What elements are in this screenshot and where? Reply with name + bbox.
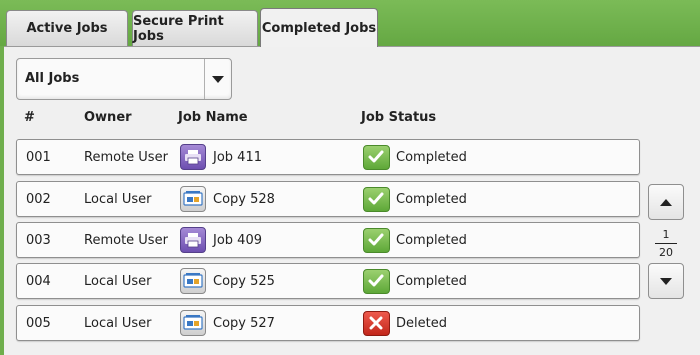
print-job-icon	[180, 144, 206, 170]
column-header-job-status: Job Status	[361, 110, 437, 125]
chevron-up-icon	[660, 198, 672, 206]
job-number: 004	[26, 273, 51, 289]
table-row[interactable]: 002 Local User Copy 528 Completed	[16, 181, 640, 217]
check-icon	[362, 144, 390, 170]
job-filter-dropdown[interactable]: All Jobs	[16, 58, 232, 100]
tab-bar: Active Jobs Secure Print Jobs Completed …	[0, 0, 700, 47]
check-icon	[362, 186, 390, 212]
scroll-down-button[interactable]	[648, 263, 684, 299]
job-owner: Local User	[84, 191, 152, 207]
tab-completed-jobs[interactable]: Completed Jobs	[260, 8, 378, 47]
copy-job-icon	[180, 186, 206, 212]
job-owner: Remote User	[84, 232, 168, 248]
table-row[interactable]: 003 Remote User Job 409 Completed	[16, 222, 640, 258]
chevron-down-icon	[660, 277, 672, 285]
page-divider	[655, 243, 677, 244]
delete-icon	[362, 310, 390, 336]
table-row[interactable]: 004 Local User Copy 525 Completed	[16, 263, 640, 299]
print-job-icon	[180, 227, 206, 253]
column-header-number: #	[24, 110, 35, 125]
column-header-owner: Owner	[84, 110, 132, 125]
job-owner: Remote User	[84, 149, 168, 165]
job-name: Copy 527	[213, 315, 275, 331]
tab-active-jobs[interactable]: Active Jobs	[6, 10, 128, 46]
chevron-down-icon	[212, 75, 224, 83]
job-number: 001	[26, 149, 51, 165]
job-name: Copy 528	[213, 191, 275, 207]
job-number: 005	[26, 315, 51, 331]
table-row[interactable]: 005 Local User Copy 527 Deleted	[16, 305, 640, 341]
table-row[interactable]: 001 Remote User Job 411 Completed	[16, 139, 640, 175]
job-owner: Local User	[84, 315, 152, 331]
job-status: Deleted	[396, 315, 447, 331]
job-owner: Local User	[84, 273, 152, 289]
page-indicator: 1 20	[648, 228, 684, 260]
job-status: Completed	[396, 149, 467, 165]
job-number: 002	[26, 191, 51, 207]
job-filter-value: All Jobs	[25, 71, 80, 86]
job-name: Copy 525	[213, 273, 275, 289]
check-icon	[362, 227, 390, 253]
total-pages: 20	[659, 246, 673, 259]
copy-job-icon	[180, 268, 206, 294]
scroll-up-button[interactable]	[648, 184, 684, 220]
tab-secure-print-jobs[interactable]: Secure Print Jobs	[132, 10, 258, 46]
copy-job-icon	[180, 310, 206, 336]
dropdown-arrow-button[interactable]	[204, 59, 231, 99]
job-name: Job 409	[213, 232, 262, 248]
current-page: 1	[662, 228, 670, 241]
job-status: Completed	[396, 232, 467, 248]
job-status: Completed	[396, 191, 467, 207]
job-number: 003	[26, 232, 51, 248]
check-icon	[362, 268, 390, 294]
job-status: Completed	[396, 273, 467, 289]
job-name: Job 411	[213, 149, 262, 165]
column-header-job-name: Job Name	[178, 110, 248, 125]
